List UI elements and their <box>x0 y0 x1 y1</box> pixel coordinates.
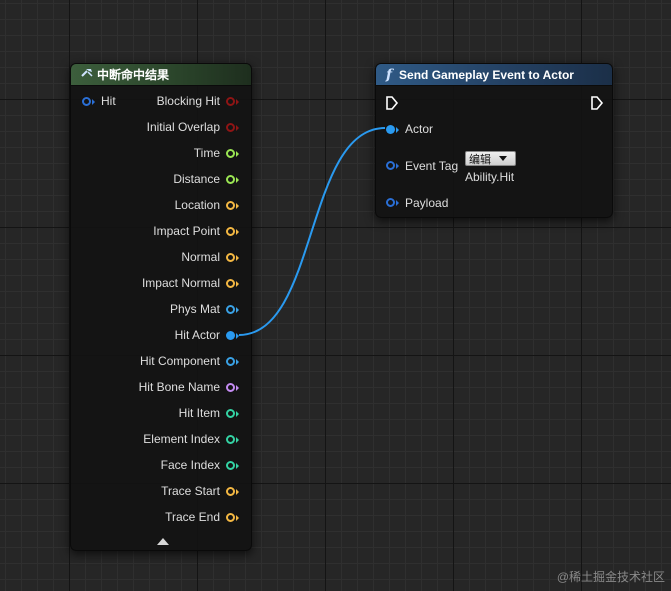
event-tag-pin-label: Event Tag <box>405 159 459 173</box>
location-output-pin[interactable] <box>226 201 235 210</box>
break-struct-icon <box>80 66 94 84</box>
hit-actor-output-pin[interactable] <box>226 331 235 340</box>
event-tag-input-pin[interactable] <box>386 161 395 170</box>
hit-component-output-pin[interactable] <box>226 357 235 366</box>
face-index-pin-arrow-icon <box>236 463 239 469</box>
blocking-hit-pin-arrow-icon <box>236 99 239 105</box>
impact-point-pin-label: Impact Point <box>153 224 220 238</box>
initial-overlap-output-pin[interactable] <box>226 123 235 132</box>
distance-pin-label: Distance <box>173 172 220 186</box>
send-gameplay-event-header[interactable]: f Send Gameplay Event to Actor <box>376 64 612 86</box>
exec-out-pin[interactable] <box>590 96 604 110</box>
event-tag-edit-dropdown[interactable]: 编辑 <box>465 151 516 166</box>
normal-output-pin[interactable] <box>226 253 235 262</box>
actor-pin-label: Actor <box>405 122 434 136</box>
initial-overlap-pin-arrow-icon <box>236 125 239 131</box>
trace-end-output-pin[interactable] <box>226 513 235 522</box>
event-tag-pin-arrow-icon <box>396 163 399 169</box>
phys-mat-pin-label: Phys Mat <box>169 302 220 316</box>
phys-mat-output-pin[interactable] <box>226 305 235 314</box>
trace-end-pin-label: Trace End <box>165 510 220 524</box>
break-hit-result-header[interactable]: 中断命中结果 <box>71 64 251 86</box>
actor-pin-arrow-icon <box>396 127 399 133</box>
normal-pin-arrow-icon <box>236 255 239 261</box>
trace-start-pin-label: Trace Start <box>161 484 220 498</box>
impact-point-pin-arrow-icon <box>236 229 239 235</box>
impact-point-output-pin[interactable] <box>226 227 235 236</box>
payload-input-pin[interactable] <box>386 198 395 207</box>
time-pin-arrow-icon <box>236 151 239 157</box>
phys-mat-pin-arrow-icon <box>236 307 239 313</box>
time-pin-label: Time <box>193 146 220 160</box>
distance-pin-arrow-icon <box>236 177 239 183</box>
location-pin-label: Location <box>174 198 220 212</box>
break-hit-result-title: 中断命中结果 <box>97 68 170 82</box>
hit-actor-pin-arrow-icon <box>236 333 239 339</box>
element-index-pin-label: Element Index <box>143 432 220 446</box>
impact-normal-output-pin[interactable] <box>226 279 235 288</box>
hit-input-pin[interactable] <box>82 97 91 106</box>
chevron-down-icon <box>499 156 507 161</box>
exec-in-pin[interactable] <box>385 96 399 110</box>
break-hit-result-node[interactable]: 中断命中结果 Hit Blocking Hit Initial Overlap Tim… <box>70 63 252 551</box>
blocking-hit-pin-label: Blocking Hit <box>156 94 220 108</box>
impact-normal-pin-label: Impact Normal <box>141 276 220 290</box>
collapse-arrow-icon[interactable] <box>157 538 169 545</box>
trace-start-pin-arrow-icon <box>236 489 239 495</box>
send-gameplay-event-title: Send Gameplay Event to Actor <box>399 67 574 82</box>
hit-pin-arrow-icon <box>92 99 95 105</box>
hit-item-output-pin[interactable] <box>226 409 235 418</box>
function-icon: f <box>386 66 393 83</box>
trace-start-output-pin[interactable] <box>226 487 235 496</box>
face-index-output-pin[interactable] <box>226 461 235 470</box>
hit-item-pin-arrow-icon <box>236 411 239 417</box>
hit-actor-pin-label: Hit Actor <box>174 328 220 342</box>
payload-pin-arrow-icon <box>396 200 399 206</box>
hit-item-pin-label: Hit Item <box>178 406 220 420</box>
face-index-pin-label: Face Index <box>160 458 220 472</box>
impact-normal-pin-arrow-icon <box>236 281 239 287</box>
initial-overlap-pin-label: Initial Overlap <box>146 120 220 134</box>
hit-pin-label: Hit <box>101 94 116 108</box>
location-pin-arrow-icon <box>236 203 239 209</box>
send-gameplay-event-node[interactable]: f Send Gameplay Event to Actor Actor Eve… <box>375 63 613 218</box>
element-index-output-pin[interactable] <box>226 435 235 444</box>
normal-pin-label: Normal <box>181 250 220 264</box>
payload-pin-label: Payload <box>405 196 449 210</box>
hit-bone-name-pin-arrow-icon <box>236 385 239 391</box>
watermark: @稀土掘金技术社区 <box>556 570 665 584</box>
blocking-hit-output-pin[interactable] <box>226 97 235 106</box>
time-output-pin[interactable] <box>226 149 235 158</box>
distance-output-pin[interactable] <box>226 175 235 184</box>
hit-component-pin-arrow-icon <box>236 359 239 365</box>
event-tag-dropdown-label: 编辑 <box>469 153 491 166</box>
actor-input-pin[interactable] <box>386 125 395 134</box>
hit-component-pin-label: Hit Component <box>139 354 220 368</box>
element-index-pin-arrow-icon <box>236 437 239 443</box>
event-tag-value: Ability.Hit <box>465 170 515 184</box>
trace-end-pin-arrow-icon <box>236 515 239 521</box>
hit-bone-name-output-pin[interactable] <box>226 383 235 392</box>
hit-bone-name-pin-label: Hit Bone Name <box>138 380 220 394</box>
